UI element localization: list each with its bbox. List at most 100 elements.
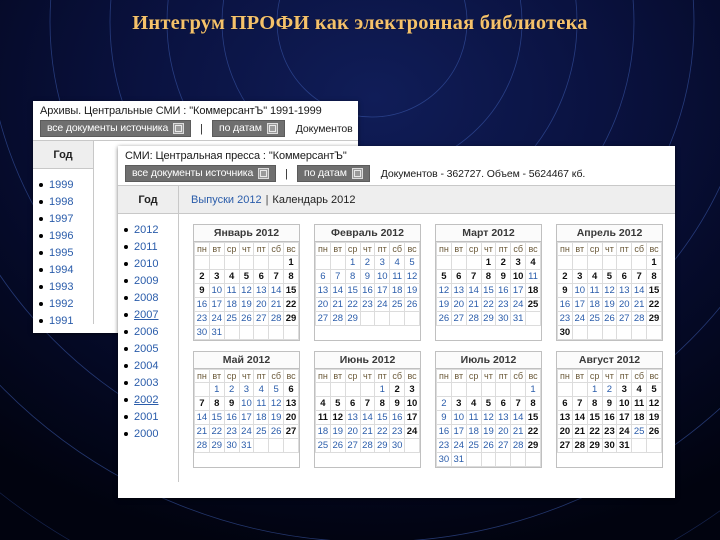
day-cell[interactable]: 17 [571, 297, 588, 312]
day-cell[interactable]: 11 [315, 410, 331, 425]
by-dates-button[interactable]: по датам [297, 165, 370, 182]
day-cell[interactable]: 1 [208, 382, 225, 397]
day-cell[interactable]: 29 [208, 438, 225, 453]
day-cell[interactable]: 1 [344, 255, 361, 270]
day-cell[interactable]: 10 [510, 269, 527, 284]
year-item[interactable]: 1999 [39, 178, 93, 195]
day-cell[interactable]: 6 [253, 269, 270, 284]
day-cell[interactable]: 12 [480, 410, 497, 425]
year-item[interactable]: 2004 [124, 359, 178, 376]
day-cell[interactable]: 18 [389, 283, 406, 298]
window1-year-list[interactable]: 1999 1998 1997 1996 1995 1994 1993 1992 1991 [33, 169, 93, 333]
day-cell[interactable]: 6 [616, 269, 633, 284]
day-cell[interactable]: 2 [557, 269, 573, 284]
day-cell[interactable]: 24 [571, 311, 588, 326]
year-item[interactable]: 2005 [124, 342, 178, 359]
day-cell[interactable]: 4 [465, 396, 482, 411]
day-cell[interactable]: 12 [268, 396, 285, 411]
day-cell[interactable]: 5 [646, 382, 662, 397]
year-item[interactable]: 2002 [124, 393, 178, 410]
day-cell[interactable]: 12 [404, 269, 420, 284]
day-cell[interactable]: 12 [436, 283, 452, 298]
day-cell[interactable]: 24 [450, 438, 467, 453]
day-cell[interactable]: 16 [389, 410, 406, 425]
day-cell[interactable]: 17 [374, 283, 391, 298]
day-cell[interactable]: 13 [315, 283, 331, 298]
day-cell[interactable]: 30 [557, 325, 573, 340]
day-cell[interactable]: 20 [450, 297, 467, 312]
day-cell[interactable]: 8 [208, 396, 225, 411]
day-cell[interactable]: 29 [586, 438, 603, 453]
day-cell[interactable]: 22 [586, 424, 603, 439]
day-cell[interactable]: 29 [525, 438, 541, 453]
day-cell[interactable]: 16 [359, 283, 376, 298]
day-cell[interactable]: 27 [616, 311, 633, 326]
day-cell[interactable]: 15 [646, 283, 662, 298]
day-cell[interactable]: 20 [283, 410, 299, 425]
day-cell[interactable]: 3 [571, 269, 588, 284]
day-cell[interactable]: 23 [194, 311, 210, 326]
day-cell[interactable]: 31 [238, 438, 255, 453]
day-cell[interactable]: 8 [646, 269, 662, 284]
day-cell[interactable]: 3 [510, 255, 527, 270]
day-cell[interactable]: 20 [616, 297, 633, 312]
day-cell[interactable]: 23 [436, 438, 452, 453]
day-cell[interactable]: 15 [208, 410, 225, 425]
day-cell[interactable]: 29 [283, 311, 299, 326]
day-cell[interactable]: 18 [315, 424, 331, 439]
day-cell[interactable]: 16 [194, 297, 210, 312]
day-cell[interactable]: 23 [359, 297, 376, 312]
day-cell[interactable]: 31 [208, 325, 225, 340]
day-cell[interactable]: 9 [495, 269, 512, 284]
day-cell[interactable]: 19 [238, 297, 255, 312]
day-cell[interactable]: 3 [208, 269, 225, 284]
day-cell[interactable]: 6 [283, 382, 299, 397]
day-cell[interactable]: 21 [465, 297, 482, 312]
day-cell[interactable]: 7 [359, 396, 376, 411]
day-cell[interactable]: 2 [495, 255, 512, 270]
day-cell[interactable]: 19 [436, 297, 452, 312]
day-cell[interactable]: 28 [631, 311, 648, 326]
day-cell[interactable]: 2 [359, 255, 376, 270]
day-cell[interactable]: 13 [616, 283, 633, 298]
day-cell[interactable]: 13 [253, 283, 270, 298]
day-cell[interactable]: 17 [238, 410, 255, 425]
day-cell[interactable]: 19 [601, 297, 618, 312]
day-cell[interactable]: 14 [465, 283, 482, 298]
day-cell[interactable]: 28 [194, 438, 210, 453]
day-cell[interactable]: 28 [465, 311, 482, 326]
day-cell[interactable]: 29 [646, 311, 662, 326]
year-item[interactable]: 1996 [39, 229, 93, 246]
day-cell[interactable]: 28 [268, 311, 285, 326]
day-cell[interactable]: 26 [404, 297, 420, 312]
day-cell[interactable]: 7 [465, 269, 482, 284]
day-cell[interactable]: 22 [646, 297, 662, 312]
day-cell[interactable]: 17 [616, 410, 633, 425]
day-cell[interactable]: 7 [510, 396, 527, 411]
day-cell[interactable]: 25 [525, 297, 541, 312]
day-cell[interactable]: 11 [586, 283, 603, 298]
day-cell[interactable]: 4 [223, 269, 240, 284]
day-cell[interactable]: 5 [268, 382, 285, 397]
day-cell[interactable]: 20 [315, 297, 331, 312]
by-dates-button[interactable]: по датам [212, 120, 285, 137]
day-cell[interactable]: 21 [329, 297, 346, 312]
day-cell[interactable]: 6 [450, 269, 467, 284]
day-cell[interactable]: 13 [495, 410, 512, 425]
day-cell[interactable]: 5 [480, 396, 497, 411]
day-cell[interactable]: 15 [525, 410, 541, 425]
day-cell[interactable]: 24 [374, 297, 391, 312]
day-cell[interactable]: 14 [329, 283, 346, 298]
year-item[interactable]: 2008 [124, 291, 178, 308]
day-cell[interactable]: 12 [238, 283, 255, 298]
day-cell[interactable]: 2 [436, 396, 452, 411]
day-cell[interactable]: 27 [253, 311, 270, 326]
year-item[interactable]: 1997 [39, 212, 93, 229]
day-cell[interactable]: 26 [480, 438, 497, 453]
day-cell[interactable]: 6 [557, 396, 573, 411]
day-cell[interactable]: 25 [253, 424, 270, 439]
day-cell[interactable]: 4 [631, 382, 648, 397]
day-cell[interactable]: 6 [495, 396, 512, 411]
day-cell[interactable]: 17 [208, 297, 225, 312]
day-cell[interactable]: 20 [495, 424, 512, 439]
